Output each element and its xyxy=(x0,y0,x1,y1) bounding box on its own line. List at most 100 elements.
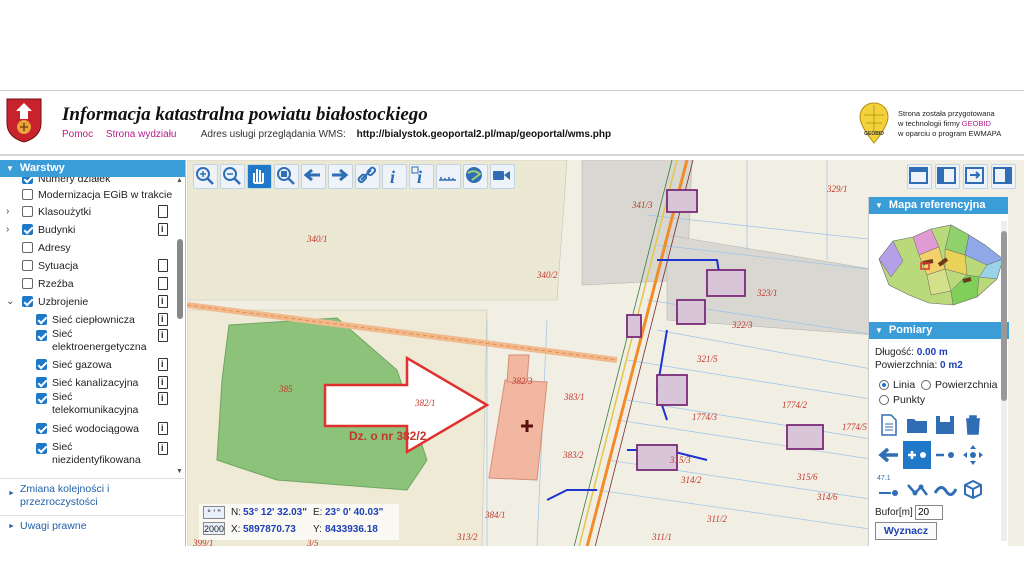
right-panel-scrollbar[interactable] xyxy=(1001,221,1007,541)
x-value: 5897870.73 xyxy=(243,524,296,535)
layer-checkbox[interactable] xyxy=(22,278,33,289)
layers-scrollbar[interactable]: ▲ ▼ xyxy=(176,177,184,477)
angle-format-button[interactable]: ° ' " xyxy=(203,506,225,519)
layer-item[interactable]: Sieć telekomunikacyjna xyxy=(0,391,175,421)
info-list-button[interactable]: i xyxy=(409,164,434,189)
layer-item[interactable]: Adresy xyxy=(0,240,175,258)
open-folder-icon[interactable] xyxy=(905,413,929,437)
layout-top-button[interactable] xyxy=(907,164,932,189)
layer-checkbox[interactable] xyxy=(36,393,47,404)
video-button[interactable] xyxy=(490,164,515,189)
layer-checkbox[interactable] xyxy=(22,260,33,271)
layer-info-icon[interactable] xyxy=(158,223,168,236)
layer-item[interactable]: Sytuacja xyxy=(0,258,175,276)
layer-checkbox[interactable] xyxy=(22,177,33,184)
globe-button[interactable] xyxy=(463,164,488,189)
back-arrow-button[interactable] xyxy=(301,164,326,189)
curve-icon[interactable] xyxy=(933,477,957,501)
scroll-up-icon[interactable]: ▲ xyxy=(176,177,183,184)
back-arrow-icon[interactable] xyxy=(877,443,901,467)
layer-legend-icon[interactable] xyxy=(158,259,168,272)
save-icon[interactable] xyxy=(933,413,957,437)
radio-line[interactable] xyxy=(879,380,889,390)
right-panel-scroll-thumb[interactable] xyxy=(1001,231,1007,401)
layer-checkbox[interactable] xyxy=(22,206,33,217)
layer-checkbox[interactable] xyxy=(22,189,33,200)
layer-info-icon[interactable] xyxy=(158,295,168,308)
new-document-icon[interactable] xyxy=(877,413,901,437)
layer-info-icon[interactable] xyxy=(158,442,168,455)
layout-right-button[interactable] xyxy=(991,164,1016,189)
snap-icon[interactable] xyxy=(877,477,901,501)
building xyxy=(676,299,706,325)
layer-info-icon[interactable] xyxy=(158,422,168,435)
reference-map[interactable] xyxy=(873,219,1007,311)
layer-info-icon[interactable] xyxy=(158,329,168,342)
calculate-button[interactable]: Wyznacz xyxy=(875,522,937,540)
info-button[interactable]: i xyxy=(382,164,407,189)
legal-accordion[interactable]: ► Uwagi prawne xyxy=(0,515,186,537)
layer-checkbox[interactable] xyxy=(22,296,33,307)
layer-checkbox[interactable] xyxy=(22,242,33,253)
length-value: 0.00 m xyxy=(916,347,948,358)
add-point-icon[interactable] xyxy=(903,441,931,469)
buffer-input[interactable] xyxy=(915,505,943,520)
layer-info-icon[interactable] xyxy=(158,313,168,326)
reorder-accordion[interactable]: ► Zmiana kolejności i przezroczystości xyxy=(0,478,186,514)
zoom-in-button[interactable] xyxy=(193,164,218,189)
parcel-label: 311/2 xyxy=(706,514,727,524)
geobid-logo-text: GEOBID xyxy=(864,131,884,137)
parcel-label: 385 xyxy=(278,384,293,394)
layer-item[interactable]: Modernizacja EGiB w trakcie xyxy=(0,187,175,205)
cube-icon[interactable] xyxy=(961,477,985,501)
remove-point-icon[interactable] xyxy=(933,443,957,467)
radio-area[interactable] xyxy=(921,380,931,390)
polyline-icon[interactable] xyxy=(905,477,929,501)
layers-panel-header[interactable]: ▼ Warstwy xyxy=(0,160,185,177)
layout-export-button[interactable] xyxy=(963,164,988,189)
wms-url[interactable]: http://bialystok.geoportal2.pl/map/geopo… xyxy=(357,129,611,140)
layer-checkbox[interactable] xyxy=(22,224,33,235)
help-link[interactable]: Pomoc xyxy=(62,129,93,140)
scroll-thumb[interactable] xyxy=(177,239,183,319)
layer-info-icon[interactable] xyxy=(158,376,168,389)
reference-map-header[interactable]: ▼ Mapa referencyjna xyxy=(869,197,1008,214)
ruler-button[interactable] xyxy=(436,164,461,189)
layer-checkbox[interactable] xyxy=(36,359,47,370)
delete-icon[interactable] xyxy=(961,413,985,437)
measure-header[interactable]: ▼ Pomiary xyxy=(869,322,1009,339)
chevron-right-icon[interactable]: › xyxy=(6,224,9,235)
move-point-icon[interactable] xyxy=(961,443,985,467)
layer-legend-icon[interactable] xyxy=(158,277,168,290)
layer-item[interactable]: Sieć wodociągowa xyxy=(0,421,175,439)
layer-checkbox[interactable] xyxy=(36,314,47,325)
map-toolbar: i i xyxy=(193,164,515,190)
zoom-out-button[interactable] xyxy=(220,164,245,189)
layer-legend-icon[interactable] xyxy=(158,205,168,218)
pan-hand-button[interactable] xyxy=(247,164,272,189)
crs-button[interactable]: 2000 xyxy=(203,522,225,535)
layer-info-icon[interactable] xyxy=(158,392,168,405)
layer-item[interactable]: Sieć elektroenergetyczna xyxy=(0,328,175,358)
chevron-right-icon[interactable]: › xyxy=(6,206,9,217)
layer-checkbox[interactable] xyxy=(36,377,47,388)
layer-label: Sieć gazowa xyxy=(52,359,112,371)
link-button[interactable] xyxy=(355,164,380,189)
layer-item[interactable]: Sieć gazowa xyxy=(0,357,175,375)
chevron-down-icon[interactable]: ⌄ xyxy=(6,296,14,307)
radio-points[interactable] xyxy=(879,395,889,405)
zoom-window-button[interactable] xyxy=(274,164,299,189)
layer-checkbox[interactable] xyxy=(36,330,47,341)
layer-checkbox[interactable] xyxy=(36,443,47,454)
layer-checkbox[interactable] xyxy=(36,423,47,434)
forward-arrow-button[interactable] xyxy=(328,164,353,189)
scroll-down-icon[interactable]: ▼ xyxy=(176,468,183,475)
layer-item[interactable]: Rzeźba xyxy=(0,276,175,294)
layer-item[interactable]: › Klasoużytki xyxy=(0,204,175,222)
department-link[interactable]: Strona wydziału xyxy=(106,129,177,140)
layer-info-icon[interactable] xyxy=(158,358,168,371)
layout-left-button[interactable] xyxy=(935,164,960,189)
layer-item[interactable]: ⌄ Uzbrojenie xyxy=(0,294,175,312)
layer-item[interactable]: › Budynki xyxy=(0,222,175,240)
layer-item[interactable]: Sieć niezidentyfikowana xyxy=(0,441,175,471)
